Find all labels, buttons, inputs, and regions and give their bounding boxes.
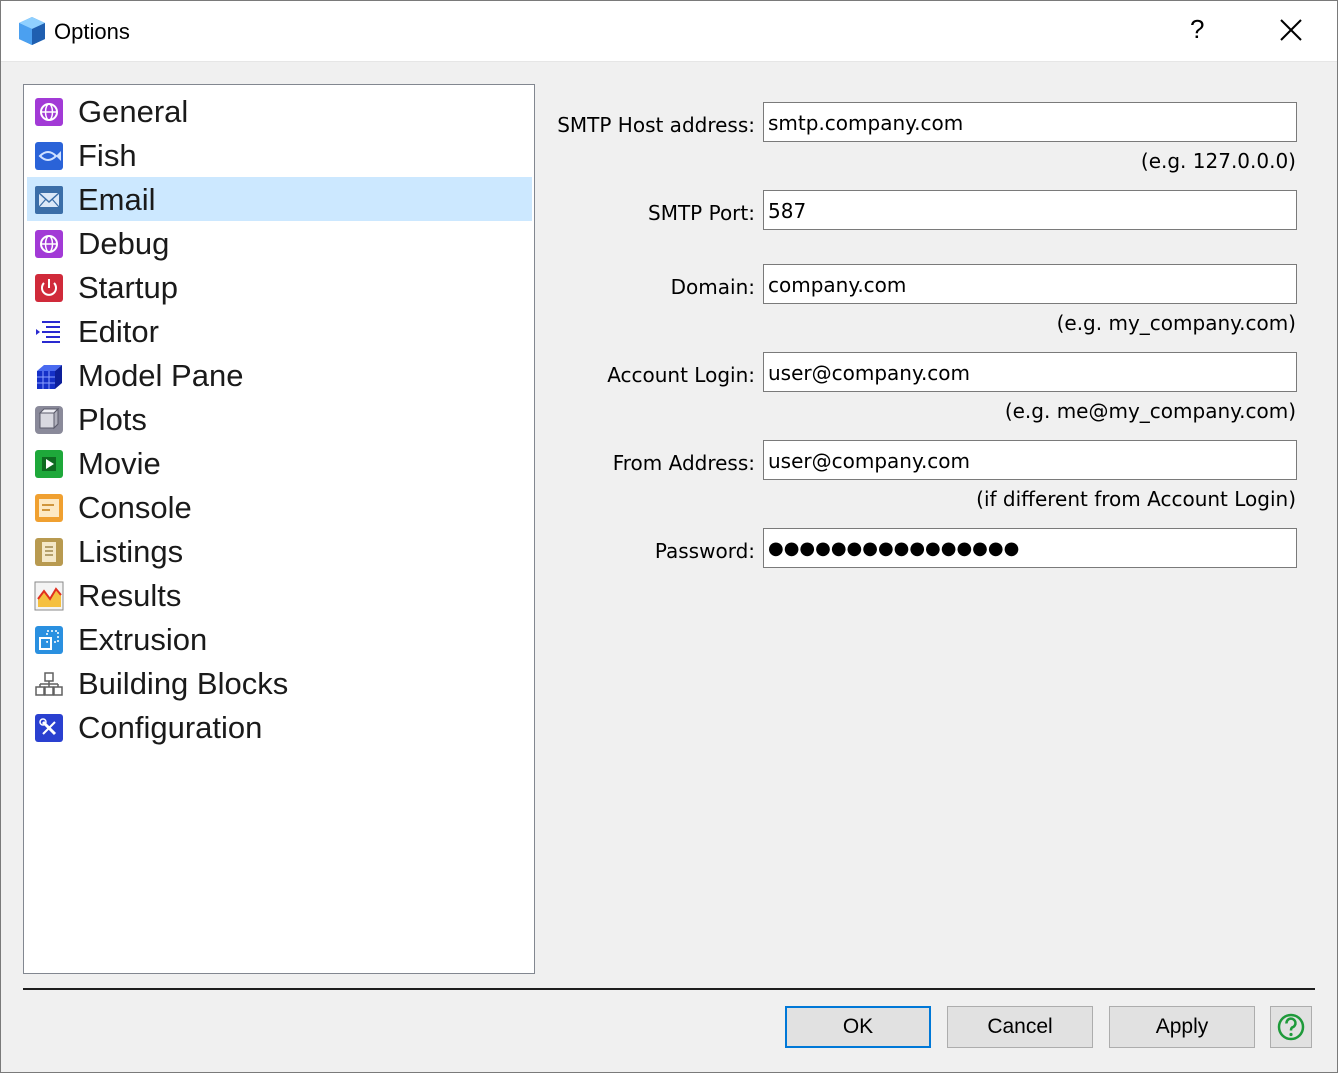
tree-item-results[interactable]: Results: [27, 573, 532, 617]
tree-item-debug[interactable]: Debug: [27, 221, 532, 265]
tree-item-fish[interactable]: Fish: [27, 133, 532, 177]
tree-item-label: Results: [78, 578, 182, 613]
tools-icon: [35, 714, 63, 742]
cube-icon: [37, 365, 62, 389]
from-address-hint: (if different from Account Login): [976, 487, 1296, 511]
domain-input[interactable]: company.com: [763, 264, 1297, 304]
tree-item-general[interactable]: General: [27, 89, 532, 133]
help-button[interactable]: [1270, 1006, 1312, 1048]
tree-item-configuration[interactable]: Configuration: [27, 705, 532, 749]
globe-icon: [35, 230, 63, 258]
tree-item-label: Startup: [78, 270, 178, 305]
blocks-icon: [35, 672, 63, 696]
title-bar: Options ?: [0, 0, 1338, 62]
help-circle-icon: [1277, 1013, 1305, 1041]
list-icon: [36, 321, 60, 343]
tree-item-building-blocks[interactable]: Building Blocks: [27, 661, 532, 705]
tree-item-label: Configuration: [78, 710, 263, 745]
smtp-host-input[interactable]: smtp.company.com: [763, 102, 1297, 142]
globe-icon: [35, 98, 63, 126]
context-help-button[interactable]: ?: [1190, 14, 1204, 45]
tree-item-plots[interactable]: Plots: [27, 397, 532, 441]
tree-item-editor[interactable]: Editor: [27, 309, 532, 353]
tree-item-email[interactable]: Email: [27, 177, 532, 221]
tree-item-label: Movie: [78, 446, 161, 481]
tree-item-label: Extrusion: [78, 622, 208, 657]
domain-hint: (e.g. my_company.com): [1056, 311, 1296, 335]
tree-item-label: Plots: [78, 402, 147, 437]
document-icon: [35, 538, 63, 566]
tree-item-label: Email: [78, 182, 156, 217]
from-address-label: From Address:: [612, 451, 755, 475]
cancel-button[interactable]: Cancel: [947, 1006, 1093, 1048]
window-title: Options: [54, 19, 130, 44]
smtp-port-input[interactable]: 587: [763, 190, 1297, 230]
from-address-input[interactable]: user@company.com: [763, 440, 1297, 480]
apply-button[interactable]: Apply: [1109, 1006, 1255, 1048]
box-icon: [35, 406, 63, 434]
tree-item-label: Debug: [78, 226, 170, 261]
console-icon: [35, 494, 63, 522]
play-icon: [35, 450, 63, 478]
account-login-label: Account Login:: [607, 363, 755, 387]
account-login-input[interactable]: user@company.com: [763, 352, 1297, 392]
ok-button[interactable]: OK: [785, 1006, 931, 1048]
domain-label: Domain:: [670, 275, 755, 299]
tree-item-label: Console: [78, 490, 192, 525]
tree-item-listings[interactable]: Listings: [27, 529, 532, 573]
tree-item-label: General: [78, 94, 189, 129]
app-cube-icon: [19, 17, 45, 45]
chart-icon: [34, 581, 64, 611]
tree-item-label: Fish: [78, 138, 137, 173]
tree-item-label: Listings: [78, 534, 184, 569]
tree-item-model-pane[interactable]: Model Pane: [27, 353, 532, 397]
tree-item-movie[interactable]: Movie: [27, 441, 532, 485]
footer-separator: [23, 988, 1315, 990]
envelope-icon: [35, 186, 63, 214]
close-icon[interactable]: [1277, 16, 1305, 44]
tree-item-startup[interactable]: Startup: [27, 265, 532, 309]
tree-item-label: Building Blocks: [78, 666, 289, 701]
password-label: Password:: [654, 539, 755, 563]
tree-item-label: Editor: [78, 314, 159, 349]
tree-item-extrusion[interactable]: Extrusion: [27, 617, 532, 661]
fish-icon: [35, 142, 63, 170]
smtp-host-hint: (e.g. 127.0.0.0): [1140, 149, 1296, 173]
category-tree[interactable]: General Fish Email Debug Startup Editor …: [23, 84, 535, 974]
account-login-hint: (e.g. me@my_company.com): [1004, 399, 1296, 423]
password-input[interactable]: ●●●●●●●●●●●●●●●●: [763, 528, 1297, 568]
smtp-port-label: SMTP Port:: [648, 201, 755, 225]
tree-item-label: Model Pane: [78, 358, 244, 393]
tree-item-console[interactable]: Console: [27, 485, 532, 529]
extrude-icon: [35, 626, 63, 654]
power-icon: [35, 274, 63, 302]
smtp-host-label: SMTP Host address:: [557, 113, 755, 137]
